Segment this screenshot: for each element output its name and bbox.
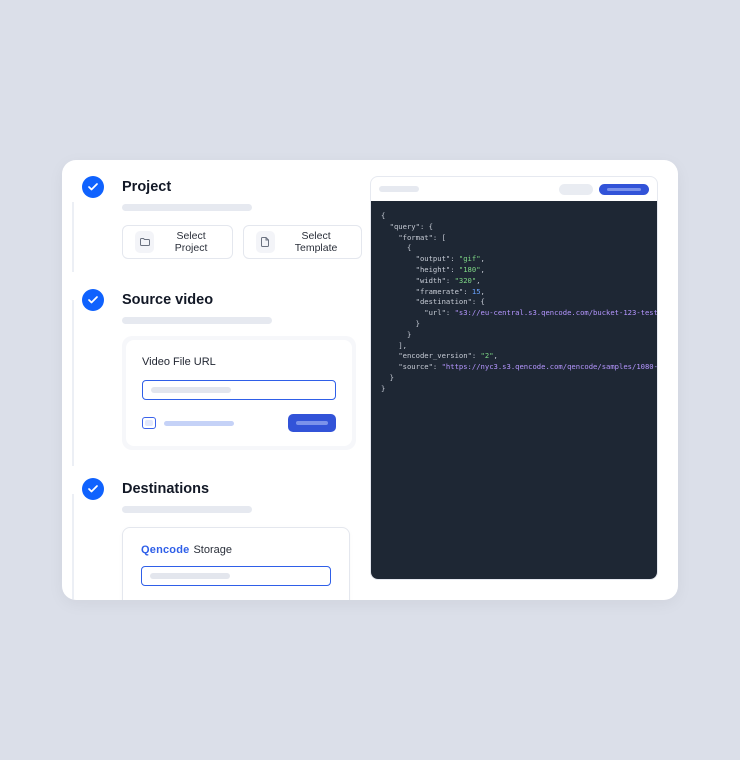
step-connector <box>72 202 74 272</box>
code-action-primary[interactable] <box>599 184 649 195</box>
text-placeholder <box>164 421 234 426</box>
step-check-icon <box>82 478 104 500</box>
step-subtitle-placeholder <box>122 317 272 324</box>
step-subtitle-placeholder <box>122 506 252 513</box>
step-check-icon <box>82 289 104 311</box>
code-content: { "query": { "format": [ { "output": "gi… <box>381 211 647 395</box>
source-card: Video File URL <box>126 340 352 446</box>
step-title: Source video <box>122 289 362 311</box>
storage-icon <box>142 417 156 429</box>
button-label: Select Template <box>283 230 349 254</box>
file-icon <box>256 231 275 253</box>
step-subtitle-placeholder <box>122 204 252 211</box>
button-label: Select Project <box>162 230 219 254</box>
step-check-icon <box>82 176 104 198</box>
step-destinations: Destinations Qencode Storage <box>82 478 362 600</box>
brand-name: Qencode <box>141 544 189 556</box>
destination-card: Qencode Storage <box>122 527 350 600</box>
video-url-input[interactable] <box>142 380 336 400</box>
code-panel: { "query": { "format": [ { "output": "gi… <box>370 176 658 580</box>
step-connector <box>72 300 74 466</box>
select-project-button[interactable]: Select Project <box>122 225 233 259</box>
storage-label: Storage <box>193 544 232 556</box>
storage-title: Qencode Storage <box>141 544 331 556</box>
step-title: Project <box>122 176 362 198</box>
input-placeholder <box>150 573 230 579</box>
main-panel: Project Select Project Select Template <box>62 160 678 600</box>
code-tab-placeholder <box>379 186 419 192</box>
step-source-video: Source video Video File URL <box>82 289 362 450</box>
code-action-secondary[interactable] <box>559 184 593 195</box>
card-title: Video File URL <box>142 356 336 368</box>
destination-input[interactable] <box>141 566 331 586</box>
step-project: Project Select Project Select Template <box>82 176 362 259</box>
folder-icon <box>135 231 154 253</box>
code-body: { "query": { "format": [ { "output": "gi… <box>371 201 657 579</box>
source-secondary-row <box>142 414 336 432</box>
steps-column: Project Select Project Select Template <box>62 176 362 600</box>
select-template-button[interactable]: Select Template <box>243 225 362 259</box>
add-source-button[interactable] <box>288 414 336 432</box>
source-card-wrapper: Video File URL <box>122 336 356 450</box>
step-title: Destinations <box>122 478 362 500</box>
input-placeholder <box>151 387 231 393</box>
step-connector <box>72 494 74 600</box>
project-buttons: Select Project Select Template <box>122 225 362 259</box>
code-panel-header <box>371 177 657 201</box>
